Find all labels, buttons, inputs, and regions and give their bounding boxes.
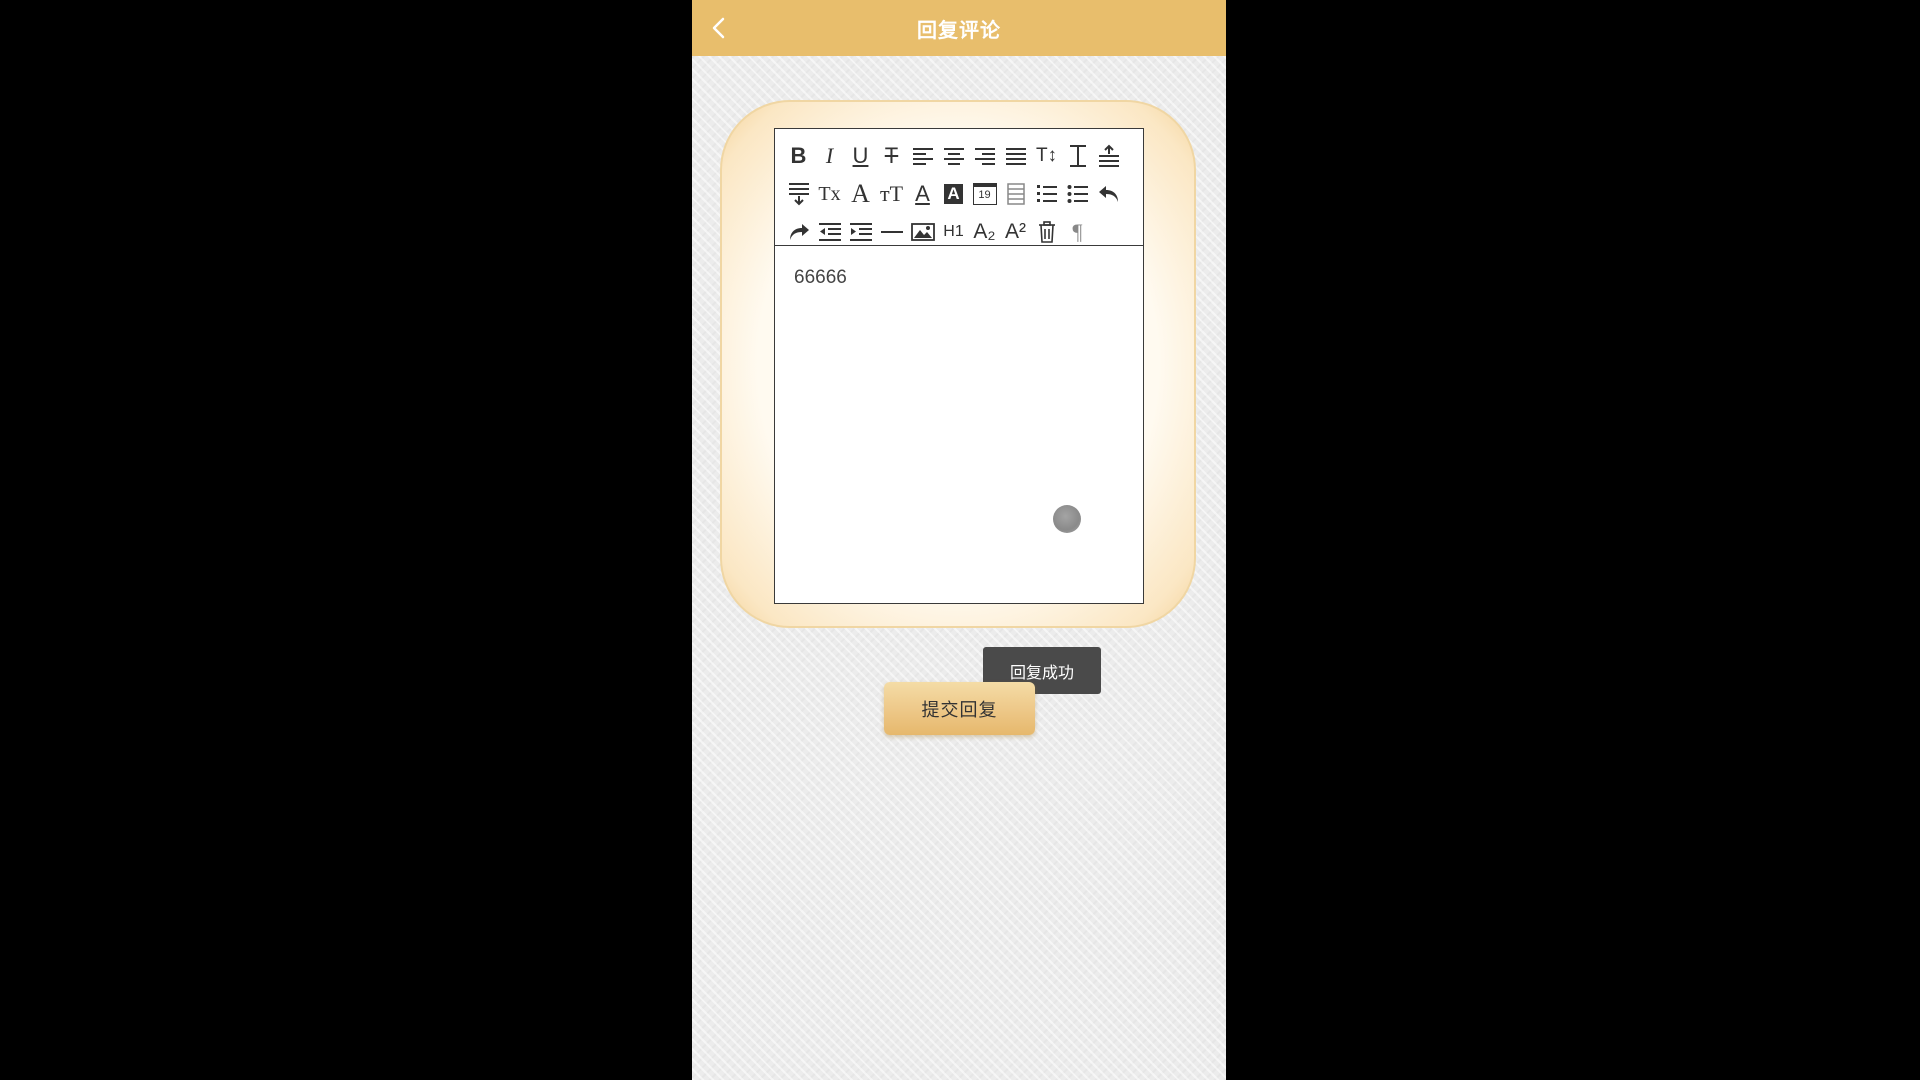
background-color-icon[interactable]: A: [938, 179, 969, 209]
back-button[interactable]: [706, 14, 734, 42]
toolbar-row-2: Tx A тT A A 19: [783, 175, 1143, 213]
subscript-icon[interactable]: A₂: [969, 217, 1000, 247]
align-right-icon[interactable]: [969, 141, 1000, 171]
text-direction-icon[interactable]: T↕: [1031, 141, 1062, 171]
paragraph-icon[interactable]: ¶: [1062, 217, 1093, 247]
mobile-screen: 回复评论 B I U T T↕ Tx A тT A A 19 H1 A₂ A² …: [692, 0, 1226, 1080]
insert-date-icon[interactable]: 19: [969, 179, 1000, 209]
insert-table-icon[interactable]: [1000, 179, 1031, 209]
strikethrough-icon[interactable]: T: [876, 141, 907, 171]
redo-icon[interactable]: [783, 217, 814, 247]
font-size-icon[interactable]: тT: [876, 179, 907, 209]
font-family-icon[interactable]: A: [845, 179, 876, 209]
touch-cursor-indicator: [1053, 505, 1081, 533]
editor-content-text[interactable]: 66666: [794, 267, 847, 289]
align-center-icon[interactable]: [938, 141, 969, 171]
font-color-icon[interactable]: A: [907, 179, 938, 209]
submit-reply-button[interactable]: 提交回复: [884, 682, 1035, 735]
row-spacing-bottom-icon[interactable]: [783, 179, 814, 209]
bold-icon[interactable]: B: [783, 141, 814, 171]
underline-icon[interactable]: U: [845, 141, 876, 171]
toolbar-row-1: B I U T T↕: [783, 137, 1143, 175]
italic-icon[interactable]: I: [814, 141, 845, 171]
superscript-icon[interactable]: A²: [1000, 217, 1031, 247]
undo-icon[interactable]: [1093, 179, 1124, 209]
heading-icon[interactable]: H1: [938, 217, 969, 247]
row-spacing-top-icon[interactable]: [1093, 141, 1124, 171]
editor-toolbar: B I U T T↕ Tx A тT A A 19 H1 A₂ A² ¶: [775, 129, 1143, 246]
ordered-list-icon[interactable]: [1031, 179, 1062, 209]
rich-text-editor[interactable]: B I U T T↕ Tx A тT A A 19 H1 A₂ A² ¶ 666…: [774, 128, 1144, 694]
horizontal-rule-icon[interactable]: [876, 217, 907, 247]
align-justify-icon[interactable]: [1000, 141, 1031, 171]
chevron-left-icon: [712, 17, 725, 39]
indent-icon[interactable]: [845, 217, 876, 247]
unordered-list-icon[interactable]: [1062, 179, 1093, 209]
top-nav-bar: 回复评论: [692, 0, 1226, 56]
insert-image-icon[interactable]: [907, 217, 938, 247]
line-height-icon[interactable]: [1062, 141, 1093, 171]
outdent-icon[interactable]: [814, 217, 845, 247]
toolbar-row-3: H1 A₂ A² ¶: [783, 213, 1143, 251]
remove-format-icon[interactable]: Tx: [814, 179, 845, 209]
clear-content-icon[interactable]: [1031, 217, 1062, 247]
page-title: 回复评论: [917, 17, 1001, 42]
align-left-icon[interactable]: [907, 141, 938, 171]
